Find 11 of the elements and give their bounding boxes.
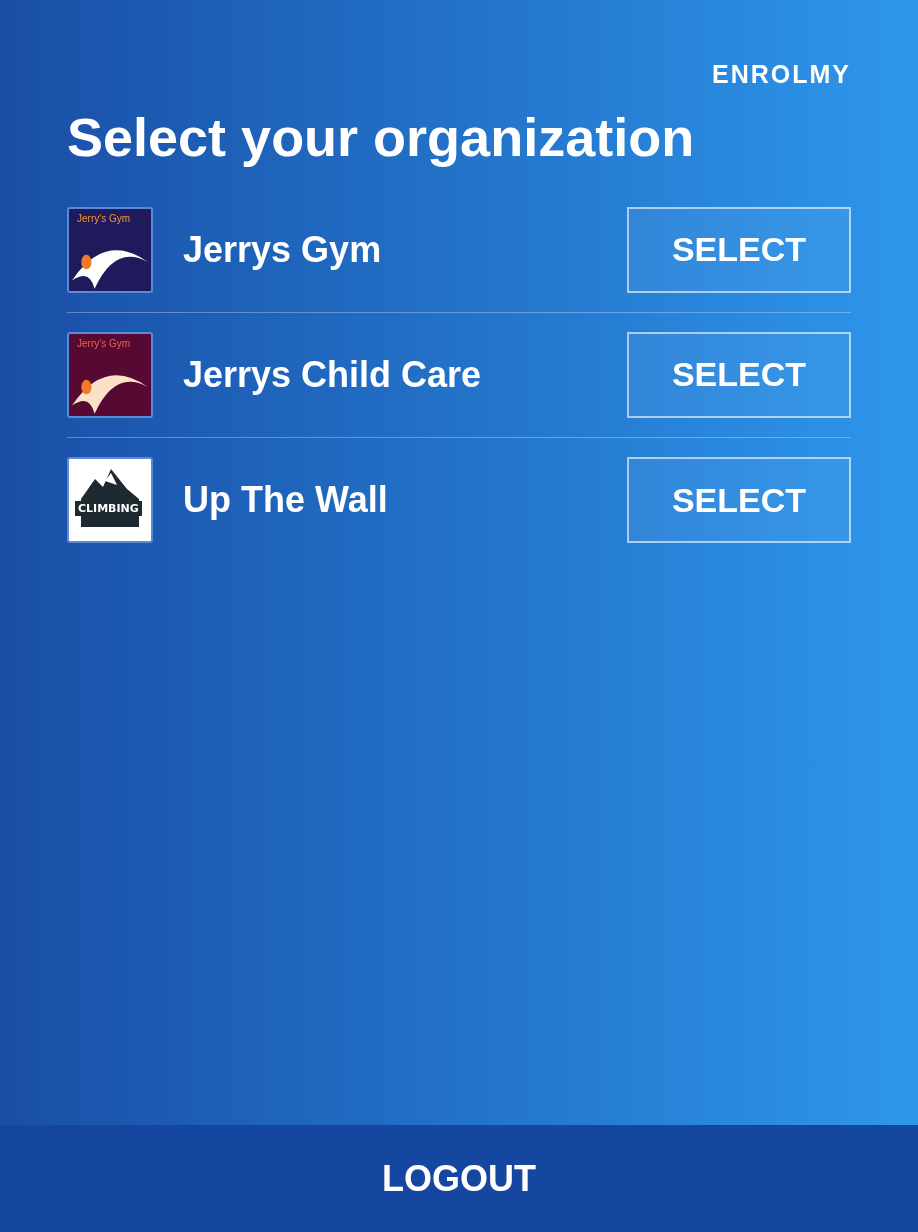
brand-logo: ENROLMY — [712, 59, 851, 90]
organization-name: Up The Wall — [183, 478, 389, 522]
logo-text: Jerry's Gym — [77, 213, 131, 224]
select-button[interactable]: SELECT — [627, 206, 851, 293]
select-button[interactable]: SELECT — [627, 457, 851, 543]
logo-text: Jerry's Gym — [77, 338, 131, 349]
organization-name: Jerrys Child Care — [183, 352, 483, 397]
organization-name: Jerrys Gym — [183, 227, 383, 272]
logo-text: CLIMBING — [75, 501, 142, 516]
logout-button[interactable]: LOGOUT — [0, 1125, 918, 1232]
select-button[interactable]: SELECT — [627, 331, 851, 418]
